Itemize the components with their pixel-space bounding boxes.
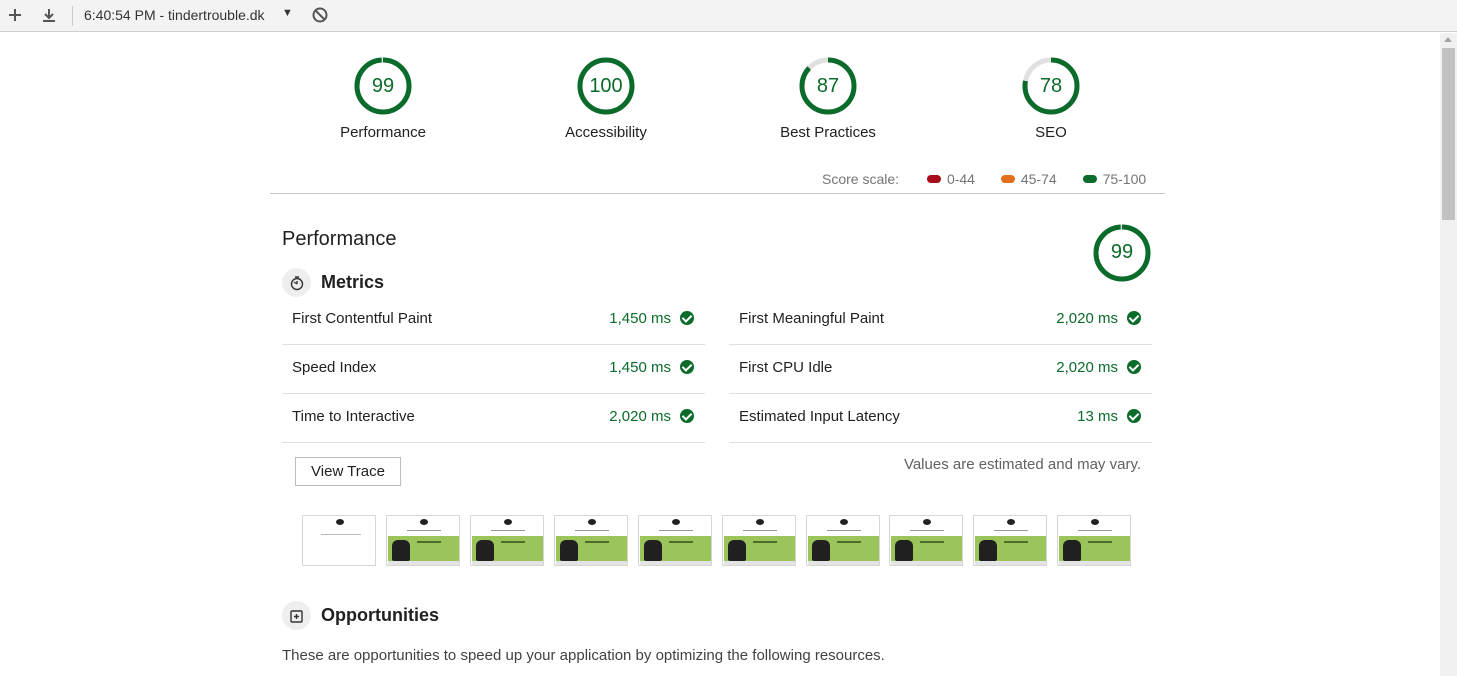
metric-value: 1,450 ms — [609, 310, 671, 327]
filmstrip-frame — [722, 515, 796, 566]
metric-estimated-input-latency: Estimated Input Latency 13 ms — [729, 395, 1152, 443]
filmstrip-frame — [386, 515, 460, 566]
metric-value: 2,020 ms — [1056, 359, 1118, 376]
stopwatch-icon — [282, 268, 311, 297]
view-trace-button[interactable]: View Trace — [295, 457, 401, 486]
report-selector[interactable]: 6:40:54 PM - tindertrouble.dk — [84, 7, 265, 23]
toolbar-separator — [72, 6, 73, 26]
score-scale-label: Score scale: — [822, 171, 900, 188]
performance-section-title: Performance — [282, 228, 397, 250]
metric-name: Speed Index — [292, 359, 377, 376]
metric-name: First Contentful Paint — [292, 310, 433, 327]
metric-name: Estimated Input Latency — [739, 408, 900, 425]
estimated-note: Values are estimated and may vary. — [903, 456, 1141, 473]
filmstrip-frame — [638, 515, 712, 566]
scrollbar-thumb[interactable] — [1442, 48, 1455, 220]
scale-average-swatch — [1000, 175, 1015, 184]
opportunity-icon — [282, 601, 311, 630]
gauge-score: 78 — [1039, 75, 1063, 97]
gauge-label: Accessibility — [565, 124, 647, 141]
metric-first-cpu-idle: First CPU Idle 2,020 ms — [729, 346, 1152, 394]
gauge-seo[interactable]: 78 SEO — [981, 56, 1121, 141]
score-scale: Score scale: 0-44 45-74 75-100 — [822, 170, 1146, 187]
header-divider — [270, 193, 1165, 194]
opportunities-description: These are opportunities to speed up your… — [282, 647, 885, 664]
devtools-toolbar: 6:40:54 PM - tindertrouble.dk ▼ — [0, 0, 1457, 32]
filmstrip-frame — [302, 515, 376, 566]
scale-fail-swatch — [926, 175, 941, 184]
metric-value: 2,020 ms — [1056, 310, 1118, 327]
gauge-performance[interactable]: 99 Performance — [313, 56, 453, 141]
gauge-accessibility[interactable]: 100 Accessibility — [536, 56, 676, 141]
filmstrip-frame — [806, 515, 880, 566]
gauge-score: 100 — [589, 75, 623, 97]
filmstrip-frame — [470, 515, 544, 566]
check-circle-icon — [1127, 409, 1141, 423]
gauge-label: SEO — [1035, 124, 1067, 141]
plus-icon[interactable] — [4, 4, 26, 26]
gauge-label: Performance — [340, 124, 426, 141]
check-circle-icon — [680, 409, 694, 423]
metric-first-contentful-paint: First Contentful Paint 1,450 ms — [282, 297, 705, 345]
vertical-scrollbar[interactable] — [1440, 33, 1457, 676]
gauge-best-practices[interactable]: 87 Best Practices — [758, 56, 898, 141]
check-circle-icon — [1127, 311, 1141, 325]
gauge-score: 99 — [371, 75, 395, 97]
check-circle-icon — [680, 311, 694, 325]
filmstrip-frame — [554, 515, 628, 566]
download-icon[interactable] — [38, 4, 60, 26]
metrics-title: Metrics — [321, 272, 385, 292]
metric-first-meaningful-paint: First Meaningful Paint 2,020 ms — [729, 297, 1152, 345]
performance-section-gauge: 99 — [1092, 223, 1152, 283]
metric-time-to-interactive: Time to Interactive 2,020 ms — [282, 395, 705, 443]
metric-speed-index: Speed Index 1,450 ms — [282, 346, 705, 394]
scale-pass-range: 75-100 — [1102, 171, 1147, 188]
metric-value: 13 ms — [1077, 408, 1118, 425]
filmstrip-frame — [1057, 515, 1131, 566]
gauge-label: Best Practices — [780, 124, 876, 141]
caret-down-icon[interactable]: ▼ — [282, 7, 293, 19]
scale-pass-swatch — [1082, 175, 1097, 184]
score-gauges: 99 Performance 100 Accessibility 87 Best… — [270, 56, 1165, 156]
block-icon[interactable] — [309, 4, 331, 26]
gauge-score: 87 — [816, 75, 840, 97]
check-circle-icon — [1127, 360, 1141, 374]
metric-value: 2,020 ms — [609, 408, 671, 425]
scale-fail-range: 0-44 — [946, 171, 975, 188]
check-circle-icon — [680, 360, 694, 374]
filmstrip-frame — [889, 515, 963, 566]
gauge-score: 99 — [1110, 241, 1134, 263]
metric-name: First CPU Idle — [739, 359, 833, 376]
scroll-up-arrow-icon[interactable] — [1444, 37, 1452, 42]
filmstrip-frame — [973, 515, 1047, 566]
metric-name: Time to Interactive — [292, 408, 415, 425]
metric-value: 1,450 ms — [609, 359, 671, 376]
opportunities-title: Opportunities — [321, 605, 439, 625]
scale-average-range: 45-74 — [1020, 171, 1057, 188]
metric-name: First Meaningful Paint — [739, 310, 885, 327]
